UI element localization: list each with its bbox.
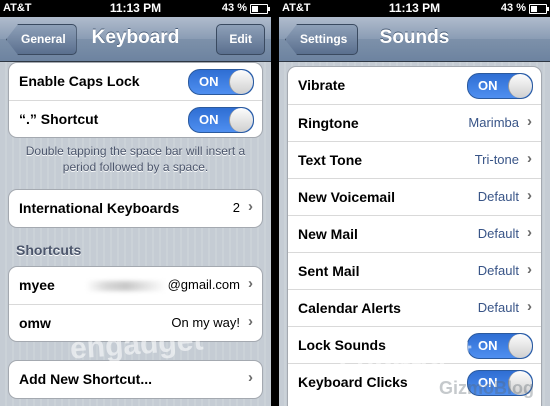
new-mail-value: Default [477, 226, 519, 241]
redacted-text [85, 280, 166, 291]
switch-state: ON [199, 112, 219, 127]
text-tone-value: Tri-tone [474, 152, 519, 167]
period-shortcut-row: “.” Shortcut ON [9, 100, 262, 137]
period-shortcut-label: “.” Shortcut [19, 111, 99, 127]
keyboard-settings-screen: AT&T 11:13 PM 43 % General Keyboard Edit… [0, 0, 271, 406]
battery-icon [529, 4, 549, 14]
new-voicemail-value: Default [477, 189, 519, 204]
international-keyboards-label: International Keyboards [19, 200, 180, 216]
battery-percent: 43 % [221, 2, 247, 14]
add-new-shortcut-label: Add New Shortcut... [19, 371, 152, 387]
text-tone-label: Text Tone [298, 152, 363, 168]
chevron-right-icon: › [527, 187, 532, 204]
new-voicemail-row[interactable]: New Voicemail Default › [288, 178, 541, 215]
sounds-settings-screen: AT&T 11:13 PM 43 % Settings Sounds Vibra… [279, 0, 550, 406]
battery-icon [250, 4, 270, 14]
new-voicemail-label: New Voicemail [298, 189, 396, 205]
vibrate-row: Vibrate ON [288, 67, 541, 104]
shortcuts-header: Shortcuts [16, 242, 82, 258]
page-title: Sounds [379, 27, 450, 48]
chevron-right-icon: › [527, 150, 532, 167]
international-keyboards-count: 2 [232, 200, 240, 215]
caps-lock-label: Enable Caps Lock [19, 73, 140, 89]
navigation-bar: Settings Sounds [279, 17, 550, 62]
add-new-shortcut-row[interactable]: Add New Shortcut... › [9, 361, 262, 398]
battery-percent: 43 % [500, 2, 526, 14]
chevron-right-icon: › [248, 198, 253, 215]
ringtone-label: Ringtone [298, 115, 359, 131]
ringtone-row[interactable]: Ringtone Marimba › [288, 104, 541, 141]
shortcut-phrase: omw [19, 315, 51, 331]
vibrate-label: Vibrate [298, 77, 346, 93]
lock-sounds-switch[interactable]: ON [467, 333, 533, 359]
international-keyboards-row[interactable]: International Keyboards 2 › [9, 190, 262, 227]
switch-state: ON [199, 74, 219, 89]
keyboard-toggles-group: Enable Caps Lock ON “.” Shortcut ON [8, 62, 263, 138]
chevron-right-icon: › [527, 261, 532, 278]
sent-mail-label: Sent Mail [298, 263, 360, 279]
new-mail-label: New Mail [298, 226, 358, 242]
switch-state: ON [478, 78, 498, 93]
switch-knob [508, 74, 532, 98]
text-tone-row[interactable]: Text Tone Tri-tone › [288, 141, 541, 178]
switch-knob [229, 70, 253, 94]
shortcut-row[interactable]: myee @gmail.com › [9, 267, 262, 304]
period-shortcut-note: Double tapping the space bar will insert… [25, 144, 246, 174]
chevron-right-icon: › [248, 313, 253, 330]
chevron-right-icon: › [248, 369, 253, 386]
status-bar: AT&T 11:13 PM 43 % [279, 0, 550, 17]
calendar-alerts-label: Calendar Alerts [298, 300, 401, 316]
chevron-right-icon: › [527, 224, 532, 241]
shortcut-expansion: @gmail.com [84, 277, 240, 292]
caps-lock-row: Enable Caps Lock ON [9, 63, 262, 100]
sent-mail-value: Default [477, 263, 519, 278]
gizmoblog-watermark: GizmoBlog [439, 378, 534, 398]
chevron-right-icon: › [527, 298, 532, 315]
calendar-alerts-value: Default [477, 300, 519, 315]
add-shortcut-group: Add New Shortcut... › [8, 360, 263, 399]
switch-knob [229, 108, 253, 132]
international-group: International Keyboards 2 › [8, 189, 263, 228]
new-mail-row[interactable]: New Mail Default › [288, 215, 541, 252]
edit-button[interactable]: Edit [216, 24, 265, 55]
status-bar: AT&T 11:13 PM 43 % [0, 0, 271, 17]
navigation-bar: General Keyboard Edit [0, 17, 271, 62]
ringtone-value: Marimba [468, 115, 519, 130]
calendar-alerts-row[interactable]: Calendar Alerts Default › [288, 289, 541, 326]
caps-lock-switch[interactable]: ON [188, 69, 254, 95]
switch-knob [508, 334, 532, 358]
chevron-right-icon: › [248, 275, 253, 292]
switch-state: ON [478, 338, 498, 353]
sent-mail-row[interactable]: Sent Mail Default › [288, 252, 541, 289]
shortcut-phrase: myee [19, 277, 55, 293]
chevron-right-icon: › [527, 113, 532, 130]
vibrate-switch[interactable]: ON [467, 73, 533, 99]
period-shortcut-switch[interactable]: ON [188, 107, 254, 133]
